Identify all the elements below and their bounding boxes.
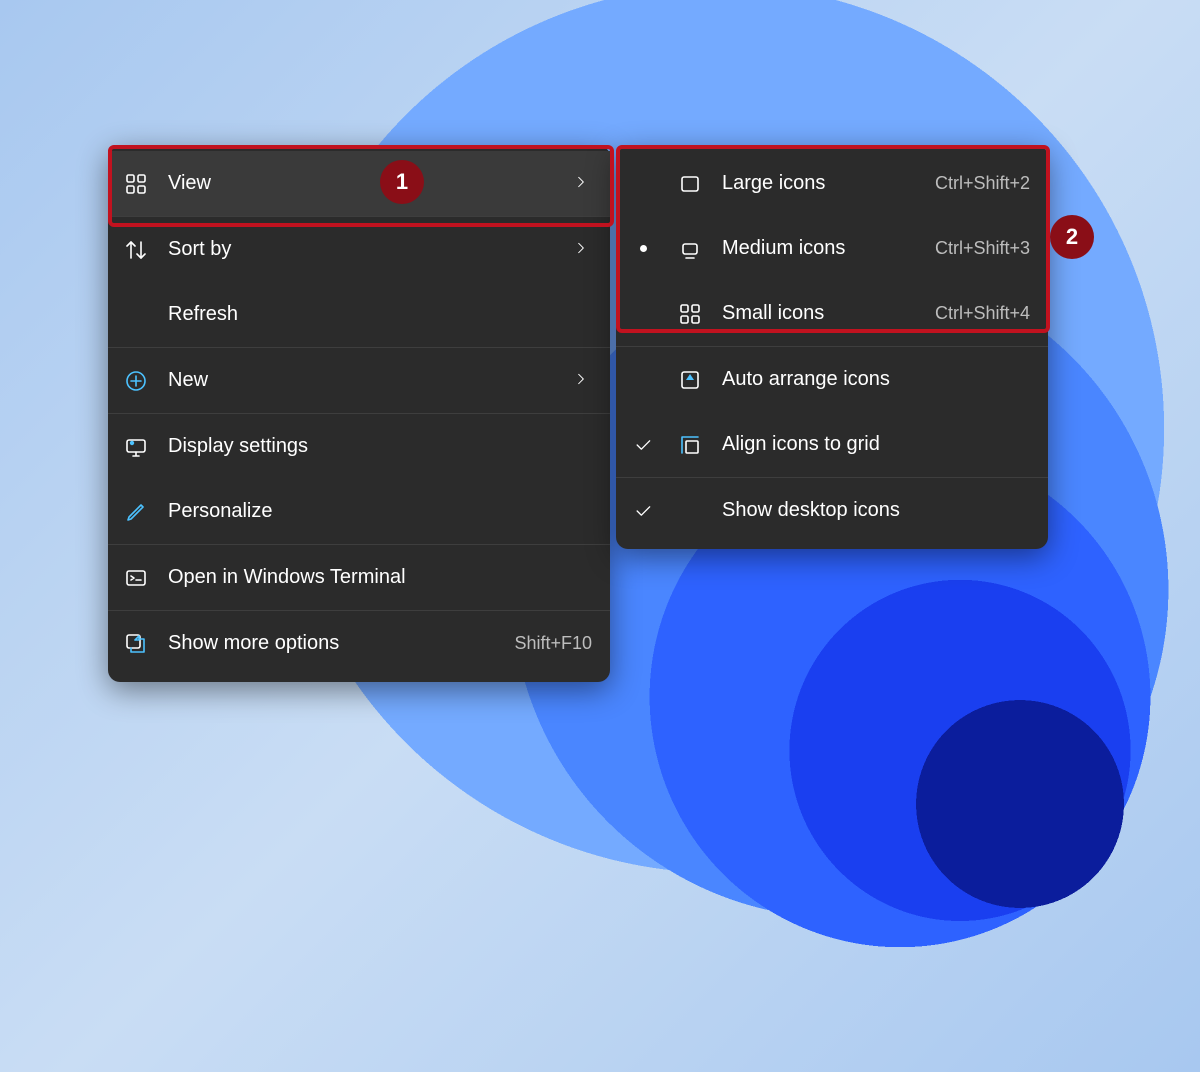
- terminal-icon: [122, 564, 150, 592]
- submenu-item-auto-arrange[interactable]: Auto arrange icons: [616, 347, 1048, 412]
- sort-icon: [122, 236, 150, 264]
- small-icons-icon: [676, 300, 704, 328]
- view-icon: [122, 170, 150, 198]
- menu-item-open-terminal[interactable]: Open in Windows Terminal: [108, 545, 610, 610]
- menu-item-view[interactable]: View: [108, 151, 610, 216]
- submenu-item-medium-icons[interactable]: Medium icons Ctrl+Shift+3: [616, 216, 1048, 281]
- submenu-item-label: Show desktop icons: [722, 499, 1030, 522]
- submenu-item-shortcut: Ctrl+Shift+3: [935, 238, 1030, 259]
- view-submenu: Large icons Ctrl+Shift+2 Medium icons Ct…: [616, 145, 1048, 549]
- menu-item-sort-by[interactable]: Sort by: [108, 217, 610, 282]
- menu-item-personalize[interactable]: Personalize: [108, 479, 610, 544]
- submenu-item-label: Align icons to grid: [722, 433, 1030, 456]
- menu-item-label: View: [168, 172, 556, 195]
- chevron-right-icon: [574, 369, 592, 392]
- menu-item-label: Sort by: [168, 238, 556, 261]
- menu-item-label: New: [168, 369, 556, 392]
- auto-arrange-icon: [676, 366, 704, 394]
- menu-item-show-more-options[interactable]: Show more options Shift+F10: [108, 611, 610, 676]
- menu-item-new[interactable]: New: [108, 348, 610, 413]
- menu-item-shortcut: Shift+F10: [514, 633, 592, 654]
- submenu-item-shortcut: Ctrl+Shift+2: [935, 173, 1030, 194]
- blank-icon: [676, 497, 704, 525]
- check-indicator-checked: [628, 501, 658, 521]
- check-indicator-checked: [628, 435, 658, 455]
- desktop-context-menu: View Sort by Refresh New: [108, 145, 610, 682]
- show-more-icon: [122, 630, 150, 658]
- personalize-icon: [122, 498, 150, 526]
- align-grid-icon: [676, 431, 704, 459]
- menu-item-display-settings[interactable]: Display settings: [108, 414, 610, 479]
- radio-indicator-selected: [628, 245, 658, 252]
- menu-item-label: Display settings: [168, 435, 592, 458]
- menu-item-refresh[interactable]: Refresh: [108, 282, 610, 347]
- submenu-item-label: Small icons: [722, 302, 917, 325]
- chevron-right-icon: [574, 238, 592, 261]
- menu-item-label: Show more options: [168, 632, 496, 655]
- submenu-item-large-icons[interactable]: Large icons Ctrl+Shift+2: [616, 151, 1048, 216]
- submenu-item-show-desktop-icons[interactable]: Show desktop icons: [616, 478, 1048, 543]
- submenu-item-align-to-grid[interactable]: Align icons to grid: [616, 412, 1048, 477]
- annotation-badge-2: 2: [1050, 215, 1094, 259]
- submenu-item-label: Auto arrange icons: [722, 368, 1030, 391]
- menu-item-label: Open in Windows Terminal: [168, 566, 592, 589]
- menu-item-label: Personalize: [168, 500, 592, 523]
- chevron-right-icon: [574, 172, 592, 195]
- submenu-item-label: Medium icons: [722, 237, 917, 260]
- new-icon: [122, 367, 150, 395]
- menu-item-label: Refresh: [168, 303, 592, 326]
- submenu-item-label: Large icons: [722, 172, 917, 195]
- blank-icon: [122, 301, 150, 329]
- submenu-item-shortcut: Ctrl+Shift+4: [935, 303, 1030, 324]
- medium-icons-icon: [676, 235, 704, 263]
- submenu-item-small-icons[interactable]: Small icons Ctrl+Shift+4: [616, 281, 1048, 346]
- large-icons-icon: [676, 170, 704, 198]
- display-settings-icon: [122, 433, 150, 461]
